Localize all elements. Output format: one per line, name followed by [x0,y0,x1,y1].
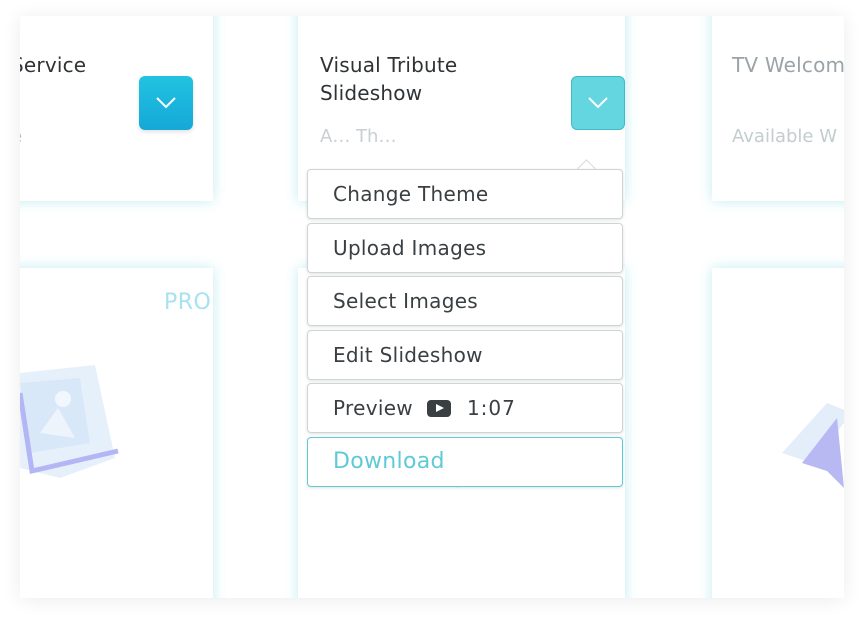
menu-item-download[interactable]: Download [307,436,623,487]
pro-badge: PRO [164,290,212,315]
menu-item-change-theme[interactable]: Change Theme [307,169,623,219]
card-subtitle: e [20,126,22,147]
card-service[interactable]: Service e [20,16,213,201]
menu-item-label: Upload Images [333,235,487,260]
image-placeholder-icon [20,365,119,478]
card-tv-welcome[interactable]: TV Welcom Available W [712,16,844,201]
card-actions-menu: Change Theme Upload Images Select Images… [307,159,625,490]
menu-item-label: Preview [333,396,413,420]
preview-duration: 1:07 [466,396,516,420]
card-pro-left[interactable]: PRO [20,268,213,598]
menu-item-label: Edit Slideshow [333,342,483,367]
card-title: TV Welcom [732,53,844,77]
menu-item-label: Change Theme [333,182,489,206]
menu-item-upload-images[interactable]: Upload Images [307,222,623,273]
chevron-down-icon [588,97,608,109]
card-right[interactable] [712,268,844,598]
menu-item-label: Download [333,449,445,474]
menu-item-label: Select Images [333,289,479,313]
slideshow-grid: Service e Visual Tribute Slideshow A… Th… [20,16,844,598]
card-title: Visual Tribute Slideshow [320,53,458,105]
menu-item-select-images[interactable]: Select Images [307,276,623,326]
card-title: Service [20,53,87,77]
chevron-down-icon [156,97,176,109]
dropdown-button[interactable] [139,76,193,130]
menu-item-edit-slideshow[interactable]: Edit Slideshow [307,329,623,380]
image-placeholder-icon [782,403,844,488]
card-subtitle: Available W [732,126,837,147]
menu-item-preview[interactable]: Preview 1:07 [307,383,623,433]
card-subtitle: A… Th… [320,126,397,147]
dropdown-button[interactable] [571,76,625,130]
youtube-icon [426,399,451,417]
